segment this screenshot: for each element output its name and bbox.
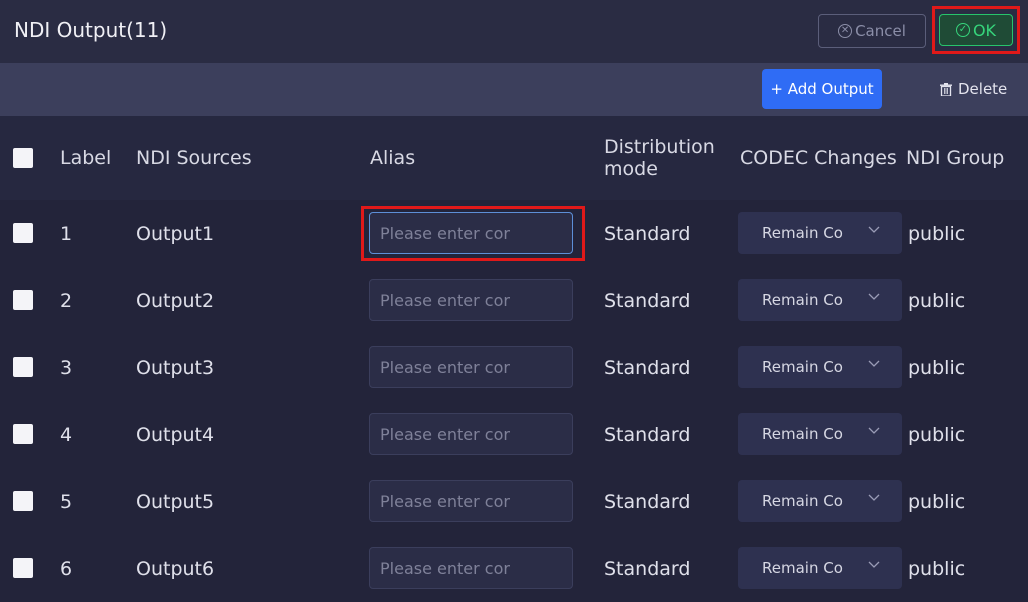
column-distribution-mode: Distribution mode: [604, 116, 715, 200]
row-ndi-source: Output5: [136, 490, 215, 513]
delete-label: Delete: [958, 80, 1008, 98]
row-checkbox[interactable]: [13, 424, 33, 444]
ok-button[interactable]: ✓ OK: [939, 14, 1013, 46]
row-distribution-mode: Standard: [604, 289, 691, 312]
toolbar: + Add Output Delete: [0, 63, 1028, 116]
codec-select-value: Remain Co: [762, 291, 843, 309]
alias-input[interactable]: [369, 279, 573, 321]
codec-select-value: Remain Co: [762, 224, 843, 242]
row-label: 5: [60, 490, 73, 513]
row-ndi-source: Output2: [136, 289, 215, 312]
row-ndi-group: public: [908, 289, 966, 312]
alias-input[interactable]: [369, 212, 573, 254]
table-body: 1 Output1 Standard Remain Co public 2 Ou…: [0, 200, 1028, 602]
row-label: 1: [60, 222, 73, 245]
select-all-checkbox[interactable]: [13, 148, 33, 168]
row-ndi-source: Output1: [136, 222, 215, 245]
row-ndi-source: Output6: [136, 557, 215, 580]
ok-button-highlight: ✓ OK: [932, 6, 1020, 54]
codec-select[interactable]: Remain Co: [738, 346, 902, 388]
row-distribution-mode: Standard: [604, 490, 691, 513]
codec-select[interactable]: Remain Co: [738, 212, 902, 254]
table-header: Label NDI Sources Alias Distribution mod…: [0, 116, 1028, 200]
row-checkbox[interactable]: [13, 290, 33, 310]
column-distribution-mode-line1: Distribution: [604, 136, 715, 158]
chevron-down-icon: [868, 427, 880, 434]
alias-input[interactable]: [369, 480, 573, 522]
row-label: 4: [60, 423, 73, 446]
row-checkbox[interactable]: [13, 357, 33, 377]
row-ndi-group: public: [908, 423, 966, 446]
alias-input[interactable]: [369, 413, 573, 455]
row-checkbox[interactable]: [13, 491, 33, 511]
row-label: 6: [60, 557, 73, 580]
row-checkbox[interactable]: [13, 558, 33, 578]
delete-button[interactable]: Delete: [940, 69, 1007, 109]
row-ndi-group: public: [908, 356, 966, 379]
chevron-down-icon: [868, 360, 880, 367]
codec-select-value: Remain Co: [762, 425, 843, 443]
codec-select[interactable]: Remain Co: [738, 413, 902, 455]
row-ndi-group: public: [908, 222, 966, 245]
codec-select-value: Remain Co: [762, 559, 843, 577]
column-alias: Alias: [370, 147, 416, 169]
codec-select-value: Remain Co: [762, 358, 843, 376]
column-distribution-mode-line2: mode: [604, 158, 658, 180]
codec-select-value: Remain Co: [762, 492, 843, 510]
trash-icon: [940, 82, 952, 96]
add-output-button[interactable]: + Add Output: [762, 69, 882, 109]
chevron-down-icon: [868, 561, 880, 568]
codec-select[interactable]: Remain Co: [738, 480, 902, 522]
row-ndi-source: Output4: [136, 423, 215, 446]
row-distribution-mode: Standard: [604, 423, 691, 446]
row-distribution-mode: Standard: [604, 222, 691, 245]
table-row: 3 Output3 Standard Remain Co public: [0, 334, 1028, 401]
row-ndi-group: public: [908, 490, 966, 513]
table-row: 6 Output6 Standard Remain Co public: [0, 535, 1028, 602]
row-distribution-mode: Standard: [604, 356, 691, 379]
chevron-down-icon: [868, 494, 880, 501]
table-row: 1 Output1 Standard Remain Co public: [0, 200, 1028, 267]
row-distribution-mode: Standard: [604, 557, 691, 580]
ok-label: OK: [972, 20, 997, 40]
column-ndi-sources: NDI Sources: [136, 147, 252, 169]
alias-input[interactable]: [369, 547, 573, 589]
codec-select[interactable]: Remain Co: [738, 279, 902, 321]
codec-select[interactable]: Remain Co: [738, 547, 902, 589]
row-checkbox[interactable]: [13, 223, 33, 243]
dialog-header: NDI Output(11) ✕ Cancel ✓ OK: [0, 0, 1028, 64]
cancel-button[interactable]: ✕ Cancel: [818, 14, 926, 48]
column-ndi-group: NDI Group: [906, 147, 1005, 169]
chevron-down-icon: [868, 293, 880, 300]
row-ndi-group: public: [908, 557, 966, 580]
circle-check-icon: ✓: [955, 23, 970, 37]
alias-input[interactable]: [369, 346, 573, 388]
dialog-title: NDI Output(11): [14, 18, 168, 42]
table-row: 4 Output4 Standard Remain Co public: [0, 401, 1028, 468]
column-label: Label: [60, 147, 112, 169]
row-label: 3: [60, 356, 73, 379]
row-label: 2: [60, 289, 73, 312]
column-codec-changes: CODEC Changes: [740, 147, 897, 169]
row-ndi-source: Output3: [136, 356, 215, 379]
circle-x-icon: ✕: [838, 24, 853, 38]
table-row: 5 Output5 Standard Remain Co public: [0, 468, 1028, 535]
chevron-down-icon: [868, 226, 880, 233]
table-row: 2 Output2 Standard Remain Co public: [0, 267, 1028, 334]
cancel-label: Cancel: [855, 22, 906, 40]
